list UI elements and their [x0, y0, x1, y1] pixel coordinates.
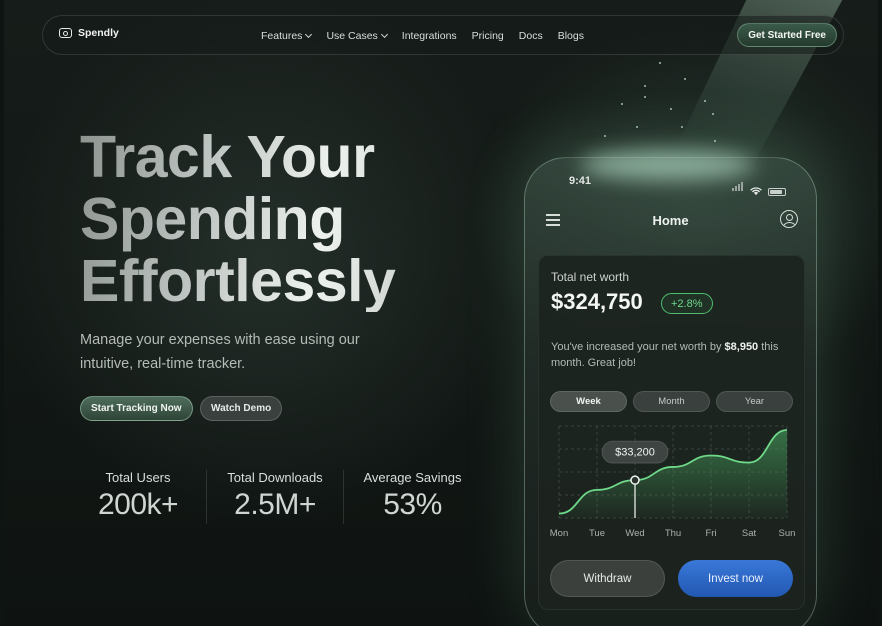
nav-link-integrations[interactable]: Integrations: [402, 30, 457, 42]
net-worth-chart: $33,200 Mon Tue Wed Thu Fri Sat Sun: [550, 425, 796, 539]
wifi-icon: [750, 187, 762, 196]
nav-link-features[interactable]: Features: [261, 30, 313, 42]
x-axis-label: Mon: [550, 528, 568, 539]
net-worth-value: $324,750: [551, 289, 643, 314]
chart-area: [559, 430, 787, 518]
stat-label: Total Users: [105, 470, 171, 485]
watch-demo-button[interactable]: Watch Demo: [200, 396, 283, 421]
nav-link-label: Blogs: [557, 30, 584, 42]
stat-total-users: Total Users 200k+: [70, 470, 207, 524]
x-axis-label: Fri: [705, 528, 716, 539]
battery-icon: [768, 188, 786, 196]
brand-logo[interactable]: Spendly: [59, 27, 119, 39]
nav-link-docs[interactable]: Docs: [519, 30, 543, 42]
nav-link-label: Features: [261, 30, 303, 42]
nav-link-label: Docs: [518, 30, 543, 42]
nav-links: Features Use Cases Integrations Pricing …: [261, 16, 584, 56]
hero-title-line: Track Your: [80, 124, 375, 190]
get-started-button[interactable]: Get Started Free: [737, 23, 837, 47]
nav-link-pricing[interactable]: Pricing: [472, 30, 504, 42]
message-text: You've increased your net worth by: [551, 341, 725, 353]
invest-now-button[interactable]: Invest now: [678, 560, 793, 597]
x-axis-label: Wed: [625, 528, 644, 539]
nav-link-label: Pricing: [471, 30, 504, 42]
stat-total-downloads: Total Downloads 2.5M+: [207, 470, 344, 524]
chevron-down-icon: [305, 30, 313, 39]
screen-title: Home: [652, 213, 689, 228]
x-axis-label: Thu: [665, 528, 681, 539]
hero-title-line: Spending: [80, 186, 345, 252]
phone-glow: [580, 150, 755, 180]
stat-label: Average Savings: [363, 470, 462, 485]
change-badge: +2.8%: [661, 293, 713, 314]
highlight-point: [630, 475, 640, 485]
hero-title-line: Effortlessly: [80, 248, 396, 314]
period-month[interactable]: Month: [633, 391, 710, 412]
x-axis-label: Sun: [779, 528, 796, 539]
start-tracking-button[interactable]: Start Tracking Now: [80, 396, 193, 421]
hero-title: Track Your Spending Effortlessly: [80, 126, 480, 312]
message-amount: $8,950: [724, 341, 759, 353]
nav-link-blogs[interactable]: Blogs: [558, 30, 584, 42]
period-week[interactable]: Week: [550, 391, 627, 412]
user-icon[interactable]: [780, 210, 798, 228]
top-nav: Spendly Features Use Cases Integrations …: [42, 15, 844, 55]
nav-link-label: Use Cases: [326, 30, 378, 42]
phone-mockup: 9:41 Home Total net worth $324,750 +2.8%…: [524, 150, 817, 626]
status-time: 9:41: [569, 175, 592, 187]
period-year[interactable]: Year: [716, 391, 793, 412]
stat-value: 200k+: [97, 488, 179, 521]
chevron-down-icon: [380, 30, 388, 39]
nav-link-use-cases[interactable]: Use Cases: [326, 30, 388, 42]
period-selector: Week Month Year: [550, 391, 793, 412]
status-icons: [732, 178, 786, 196]
stat-label: Total Downloads: [227, 470, 323, 485]
stats-row: Total Users 200k+ Total Downloads 2.5M+ …: [70, 470, 481, 524]
hero-subtitle: Manage your expenses with ease using our…: [80, 332, 360, 372]
stat-value: 53%: [383, 488, 442, 521]
tooltip-label: $33,200: [615, 447, 655, 459]
x-axis-label: Tue: [589, 528, 605, 539]
withdraw-button[interactable]: Withdraw: [550, 560, 665, 597]
page: Spendly Features Use Cases Integrations …: [4, 0, 878, 626]
brand-name: Spendly: [78, 27, 119, 39]
x-axis-label: Sat: [742, 528, 757, 539]
net-worth-label: Total net worth: [551, 270, 630, 284]
nav-link-label: Integrations: [401, 30, 457, 42]
signal-icon: [732, 178, 744, 196]
stat-average-savings: Average Savings 53%: [344, 470, 481, 524]
wallet-icon: [59, 28, 72, 38]
net-worth-message: You've increased your net worth by $8,95…: [551, 339, 791, 371]
stat-value: 2.5M+: [234, 488, 316, 521]
net-worth-card: Total net worth $324,750 +2.8% You've in…: [538, 255, 805, 610]
